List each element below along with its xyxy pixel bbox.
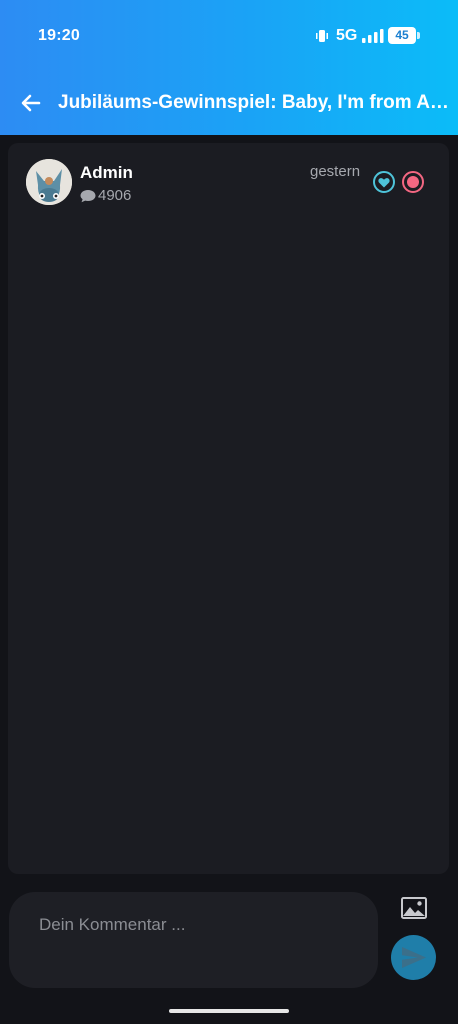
avatar-mascot-icon [26,159,72,205]
battery-icon: 45 [388,27,416,44]
send-icon [402,947,426,968]
comment-input[interactable] [37,912,361,938]
dot-icon [407,176,419,188]
image-icon[interactable] [401,897,427,919]
dot-reaction-button[interactable] [402,171,424,193]
vibrate-icon [316,30,328,42]
page-title: Jubiläums-Gewinnspiel: Baby, I'm from Au… [58,92,458,113]
battery-tip [417,32,420,39]
post-card [8,143,449,874]
send-button[interactable] [391,935,436,980]
avatar[interactable] [26,159,72,205]
home-indicator[interactable] [169,1009,289,1013]
comment-input-box[interactable] [9,892,378,988]
back-arrow-icon[interactable] [18,90,44,116]
post-date: gestern [310,163,361,180]
network-type: 5G [336,27,358,44]
speech-bubble-icon [80,190,96,203]
signal-icon [362,29,384,43]
status-bar: 19:20 5G 45 [0,0,458,72]
app-header: 19:20 5G 45 Jubiläums-Gewinnspiel: Baby,… [0,0,458,135]
status-time: 19:20 [38,27,80,44]
heart-icon [378,178,390,188]
heart-reaction-button[interactable] [373,171,395,193]
comment-count: 4906 [98,187,132,204]
author-name: Admin [80,163,133,182]
